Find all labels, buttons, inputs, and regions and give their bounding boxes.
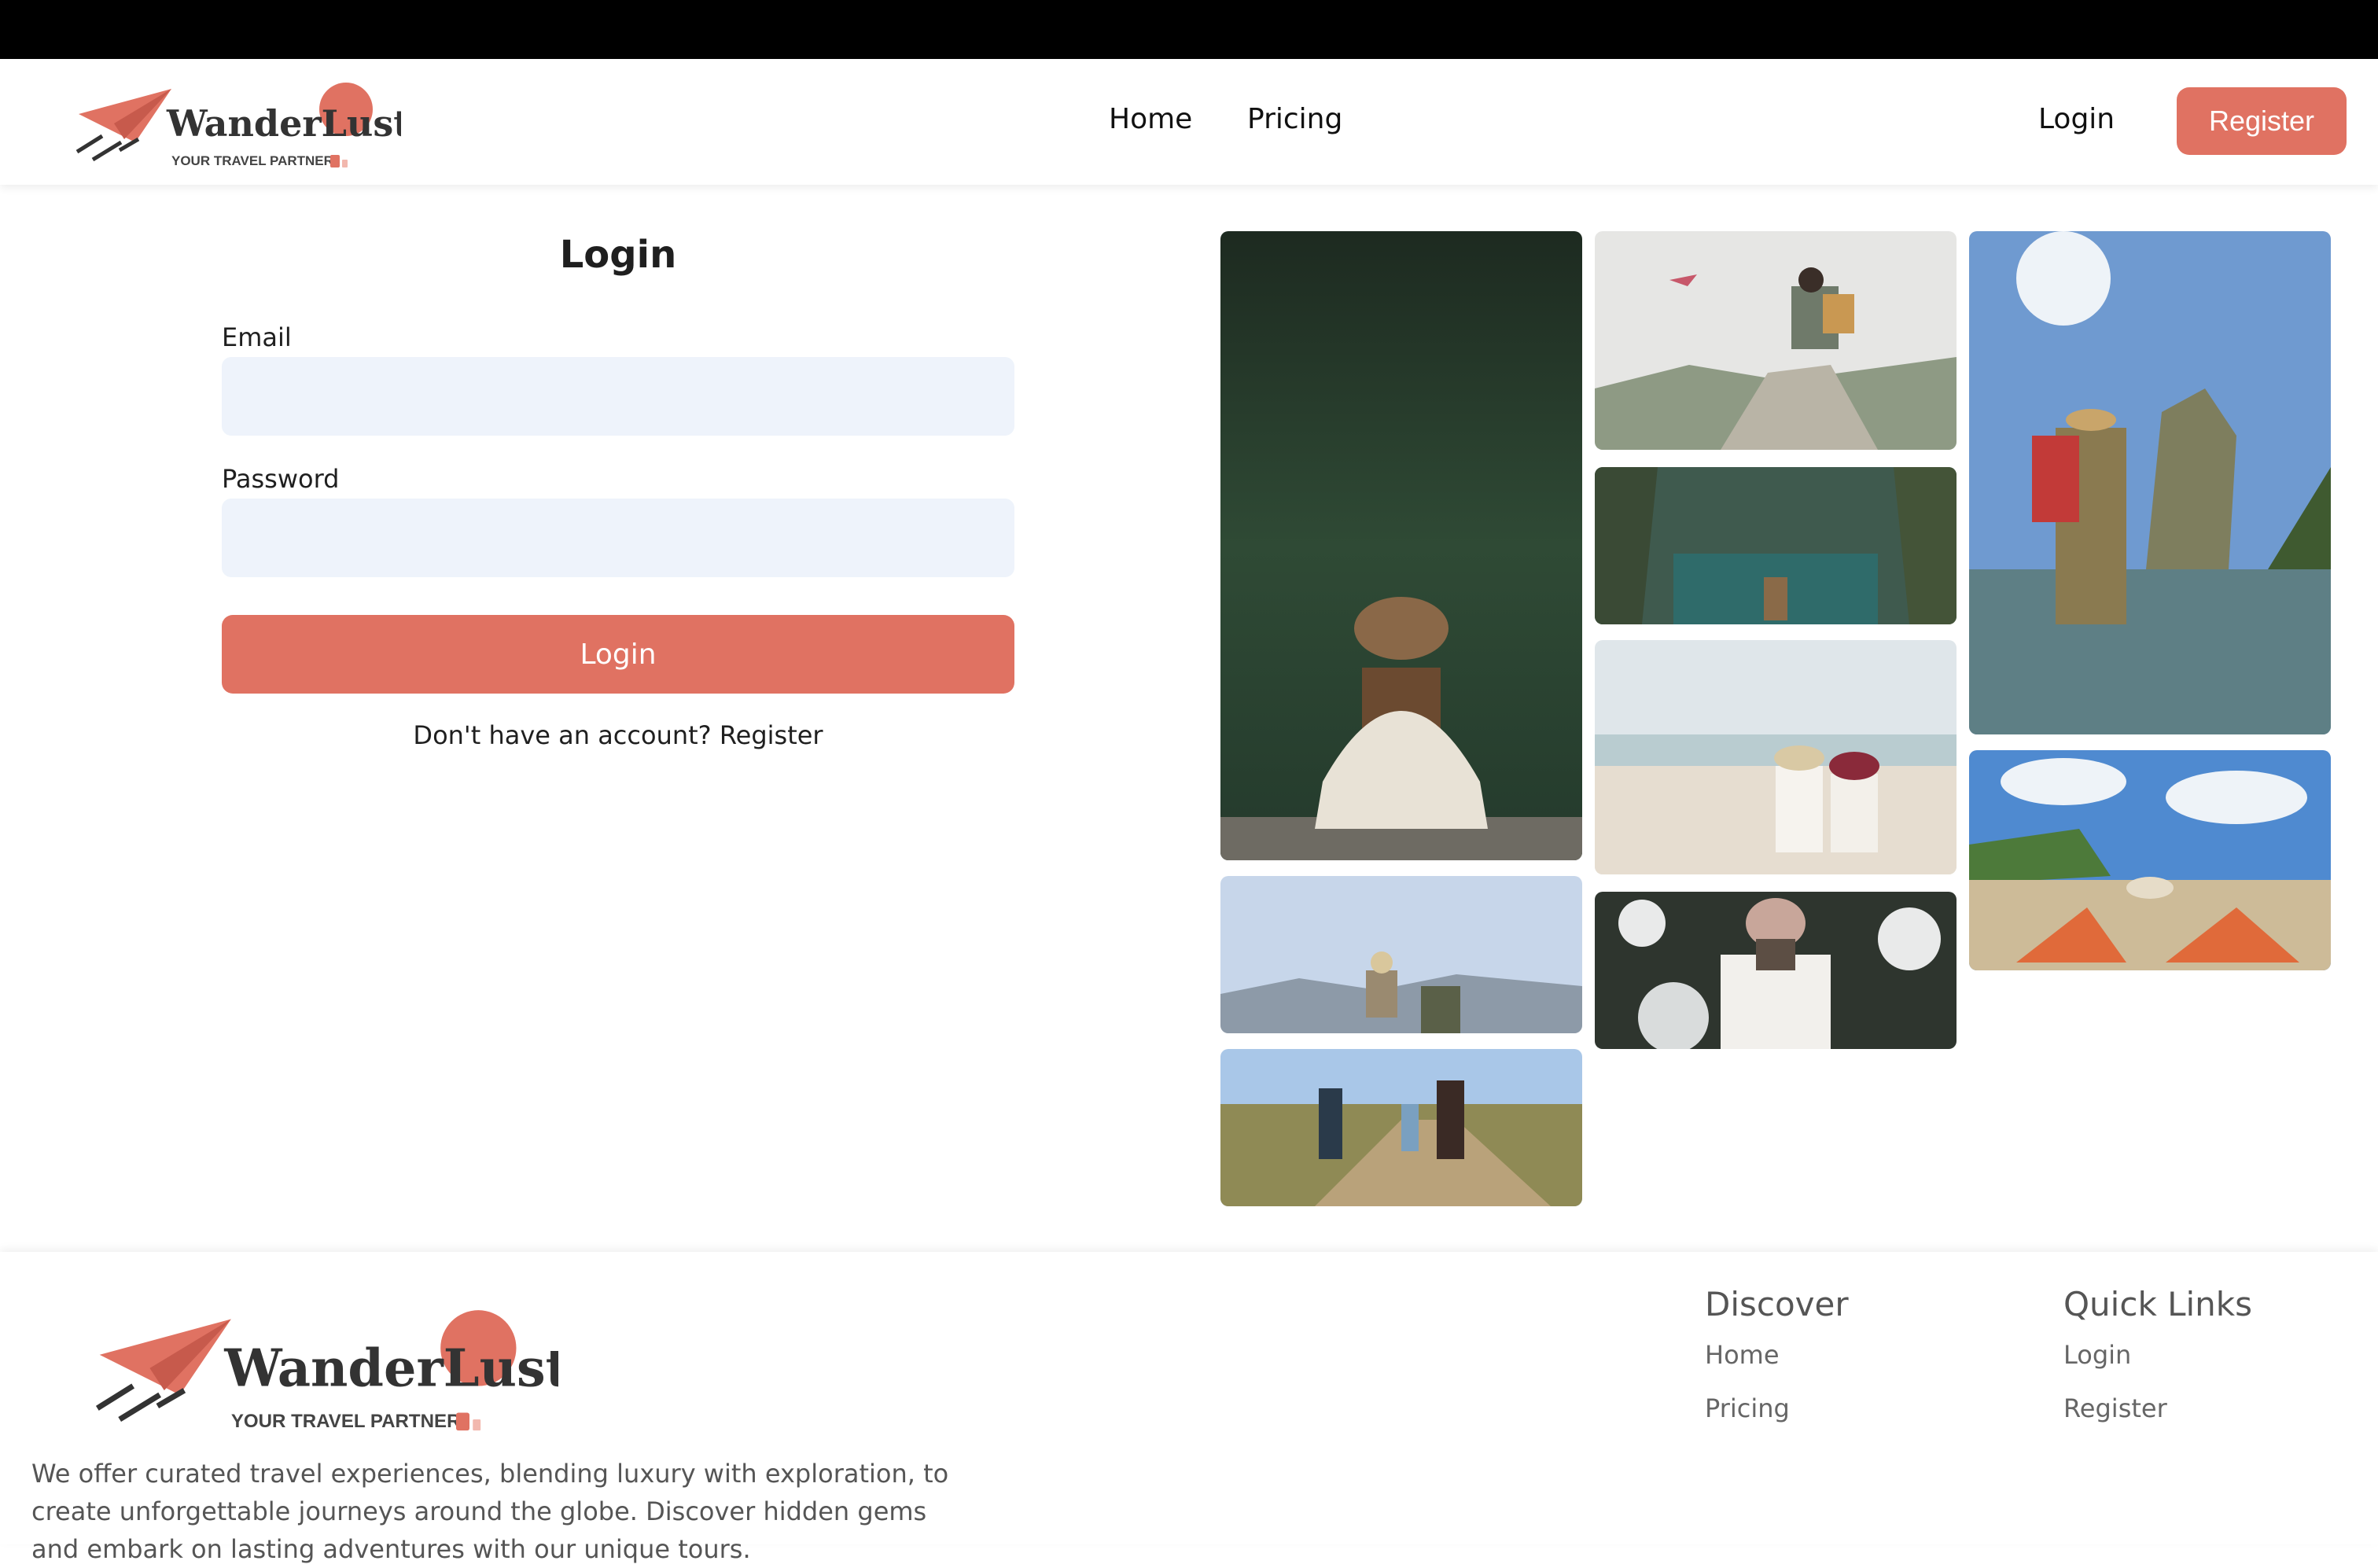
footer-logo-tagline: YOUR TRAVEL PARTNER — [231, 1411, 461, 1432]
nav-home-link[interactable]: Home — [1109, 103, 1192, 135]
arms-raised-mountain-photo — [1220, 876, 1582, 1033]
footer-logo-wordmark: WanderLust — [223, 1339, 558, 1399]
hiker-mountain-plane-photo — [1595, 231, 1957, 450]
boat-limestone-bay-photo — [1595, 467, 1957, 624]
traveler-forest-lake-photo — [1220, 231, 1582, 860]
footer-discover-heading: Discover — [1705, 1285, 1849, 1323]
family-hiking-trail-photo — [1220, 1049, 1582, 1206]
login-title: Login — [559, 233, 677, 277]
backpacker-rock-island-photo — [1969, 231, 2331, 734]
navbar: WanderLust YOUR TRAVEL PARTNER Home Pric… — [0, 59, 2378, 185]
nav-pricing-link[interactable]: Pricing — [1247, 103, 1342, 135]
login-submit-button[interactable]: Login — [222, 615, 1014, 694]
footer-logo[interactable]: WanderLust YOUR TRAVEL PARTNER — [87, 1299, 558, 1433]
password-label: Password — [222, 464, 340, 494]
photographer-snow-photo — [1595, 892, 1957, 1049]
footer-pricing-link[interactable]: Pricing — [1705, 1393, 1790, 1423]
nav-login-link[interactable]: Login — [2038, 103, 2115, 135]
footer-description: We offer curated travel experiences, ble… — [31, 1459, 949, 1564]
email-input[interactable] — [222, 357, 1014, 436]
register-prompt: Don't have an account? Register — [222, 720, 1014, 750]
email-label: Email — [222, 322, 292, 352]
register-prompt-text: Don't have an account? — [413, 720, 712, 750]
footer-login-link[interactable]: Login — [2063, 1340, 2131, 1370]
top-black-bar — [0, 0, 2378, 59]
footer-home-link[interactable]: Home — [1705, 1340, 1780, 1370]
logo-tagline: YOUR TRAVEL PARTNER — [171, 153, 333, 168]
footer: WanderLust YOUR TRAVEL PARTNER We offer … — [0, 1252, 2378, 1564]
footer-logo-graphic: WanderLust YOUR TRAVEL PARTNER — [95, 1310, 558, 1432]
footer-register-link[interactable]: Register — [2063, 1393, 2167, 1423]
register-link[interactable]: Register — [720, 720, 823, 750]
password-input[interactable] — [222, 499, 1014, 577]
beach-lounge-chairs-photo — [1969, 750, 2331, 970]
brand-logo[interactable]: WanderLust YOUR TRAVEL PARTNER — [71, 75, 401, 169]
nav-register-button[interactable]: Register — [2177, 87, 2347, 155]
couple-beach-photo — [1595, 640, 1957, 874]
logo-wordmark: WanderLust — [166, 102, 401, 145]
footer-quick-links-heading: Quick Links — [2063, 1285, 2253, 1323]
logo-graphic: WanderLust YOUR TRAVEL PARTNER — [75, 83, 401, 168]
